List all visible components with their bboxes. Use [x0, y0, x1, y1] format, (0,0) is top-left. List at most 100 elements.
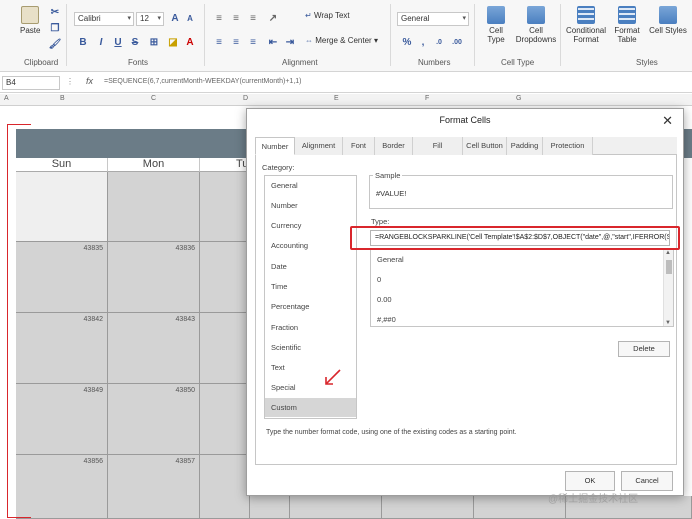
tab-font[interactable]: Font — [343, 137, 375, 155]
decrease-decimal-icon[interactable]: .00 — [450, 36, 464, 50]
italic-button[interactable]: I — [94, 36, 108, 50]
delete-button[interactable]: Delete — [618, 341, 670, 357]
calendar-cell[interactable] — [200, 455, 250, 519]
category-item-general[interactable]: General — [265, 176, 356, 195]
tab-alignment[interactable]: Alignment — [295, 137, 343, 155]
column-header-f[interactable]: F — [425, 95, 429, 102]
calendar-cell[interactable]: 43836 — [108, 242, 200, 313]
cell-dropdowns-button[interactable]: Cell Dropdowns — [514, 6, 558, 44]
format-code-item[interactable]: 0.00 — [371, 290, 661, 310]
align-center-icon[interactable]: ≡ — [229, 36, 243, 50]
close-icon[interactable]: ✕ — [662, 113, 673, 129]
ok-button[interactable]: OK — [565, 471, 615, 491]
category-item-scientific[interactable]: Scientific — [265, 338, 356, 357]
number-tab-panel: Category: General Number Currency Accoun… — [255, 155, 677, 465]
tab-padding[interactable]: Padding — [507, 137, 543, 155]
formula-input[interactable]: =SEQUENCE(6,7,currentMonth-WEEKDAY(curre… — [104, 78, 302, 85]
calendar-cell[interactable] — [200, 384, 250, 455]
format-code-item[interactable]: #,##0 — [371, 310, 661, 326]
scrollbar-thumb[interactable] — [666, 260, 672, 274]
scroll-up-icon[interactable]: ▲ — [665, 250, 671, 256]
category-item-accounting[interactable]: Accounting — [265, 236, 356, 255]
font-color-icon[interactable]: A — [183, 36, 197, 50]
calendar-cell[interactable] — [250, 496, 290, 519]
align-right-icon[interactable]: ≡ — [246, 36, 260, 50]
font-size-combo[interactable]: 12 ▾ — [136, 12, 164, 26]
column-header-c[interactable]: C — [151, 95, 156, 102]
format-table-button[interactable]: Format Table — [612, 6, 642, 44]
align-middle-icon[interactable]: ≡ — [229, 12, 243, 26]
font-name-combo[interactable]: Calibri ▾ — [74, 12, 134, 26]
borders-icon[interactable]: ⊞ — [147, 36, 161, 50]
underline-button[interactable]: U — [111, 36, 125, 50]
calendar-cell[interactable] — [200, 172, 250, 242]
format-code-item[interactable]: 0 — [371, 270, 661, 290]
tab-number[interactable]: Number — [255, 137, 295, 155]
format-code-list[interactable]: General 0 0.00 #,##0 ▲ ▼ — [370, 249, 674, 327]
bold-button[interactable]: B — [76, 36, 90, 50]
column-header-e[interactable]: E — [334, 95, 339, 102]
category-item-special[interactable]: Special — [265, 378, 356, 397]
format-code-item[interactable]: General — [371, 250, 661, 270]
category-item-custom[interactable]: Custom — [265, 398, 356, 417]
column-header-a[interactable]: A — [4, 95, 9, 102]
calendar-cell[interactable]: 43857 — [108, 455, 200, 519]
align-top-icon[interactable]: ≡ — [212, 12, 226, 26]
numbers-group-label: Numbers — [418, 58, 451, 67]
format-painter-icon[interactable]: 🖌 — [48, 38, 62, 52]
tab-cell-button[interactable]: Cell Button — [463, 137, 507, 155]
fill-color-icon[interactable]: ◪ — [166, 36, 180, 50]
paste-button[interactable]: Paste — [20, 6, 40, 35]
category-item-number[interactable]: Number — [265, 196, 356, 215]
cell-type-button[interactable]: Cell Type — [480, 6, 512, 44]
chevron-down-icon: ▾ — [157, 15, 161, 22]
scroll-down-icon[interactable]: ▼ — [665, 320, 671, 326]
orientation-icon[interactable]: ↗ — [266, 12, 280, 26]
vertical-scrollbar[interactable]: ▲ ▼ — [663, 250, 673, 326]
calendar-cell[interactable] — [290, 496, 382, 519]
day-header-mon[interactable]: Mon — [108, 158, 200, 172]
column-header-b[interactable]: B — [60, 95, 65, 102]
calendar-cell[interactable] — [200, 242, 250, 313]
number-format-combo[interactable]: General ▾ — [397, 12, 469, 26]
category-item-percentage[interactable]: Percentage — [265, 297, 356, 316]
calendar-cell[interactable]: 43843 — [108, 313, 200, 384]
percent-button[interactable]: % — [400, 36, 414, 50]
calendar-cell[interactable] — [382, 496, 474, 519]
category-item-currency[interactable]: Currency — [265, 216, 356, 235]
strikethrough-button[interactable]: S — [128, 36, 142, 50]
tab-fill[interactable]: Fill — [413, 137, 463, 155]
category-item-text[interactable]: Text — [265, 358, 356, 377]
category-item-fraction[interactable]: Fraction — [265, 318, 356, 337]
name-box[interactable]: B4 — [2, 76, 60, 90]
category-item-time[interactable]: Time — [265, 277, 356, 296]
align-bottom-icon[interactable]: ≡ — [246, 12, 260, 26]
wrap-text-button[interactable]: ↵ Wrap Text — [305, 11, 350, 20]
column-header-d[interactable]: D — [243, 95, 248, 102]
cell-styles-button[interactable]: Cell Styles — [648, 6, 688, 35]
align-left-icon[interactable]: ≡ — [212, 36, 226, 50]
cut-icon[interactable]: ✂ — [48, 6, 62, 20]
conditional-format-button[interactable]: Conditional Format — [564, 6, 608, 44]
fx-icon[interactable]: fx — [86, 76, 93, 86]
grow-font-button[interactable]: A — [168, 12, 182, 26]
day-header-tue[interactable]: Tu — [200, 158, 250, 172]
cancel-button[interactable]: Cancel — [621, 471, 673, 491]
tab-protection[interactable]: Protection — [543, 137, 593, 155]
category-list[interactable]: General Number Currency Accounting Date … — [264, 175, 357, 419]
calendar-cell[interactable]: 43850 — [108, 384, 200, 455]
comma-button[interactable]: , — [416, 36, 430, 50]
increase-indent-icon[interactable]: ⇥ — [283, 36, 297, 50]
copy-icon[interactable]: ❐ — [48, 22, 62, 36]
formula-menu-icon[interactable]: ⋮ — [66, 77, 74, 86]
cell-dropdowns-label: Cell Dropdowns — [515, 26, 557, 44]
calendar-cell[interactable] — [200, 313, 250, 384]
category-item-date[interactable]: Date — [265, 257, 356, 276]
increase-decimal-icon[interactable]: .0 — [432, 36, 446, 50]
calendar-cell[interactable] — [108, 172, 200, 242]
column-header-g[interactable]: G — [516, 95, 521, 102]
decrease-indent-icon[interactable]: ⇤ — [266, 36, 280, 50]
merge-center-button[interactable]: ⇔ Merge & Center ▾ — [305, 36, 378, 45]
tab-border[interactable]: Border — [375, 137, 413, 155]
shrink-font-button[interactable]: A — [183, 12, 197, 26]
